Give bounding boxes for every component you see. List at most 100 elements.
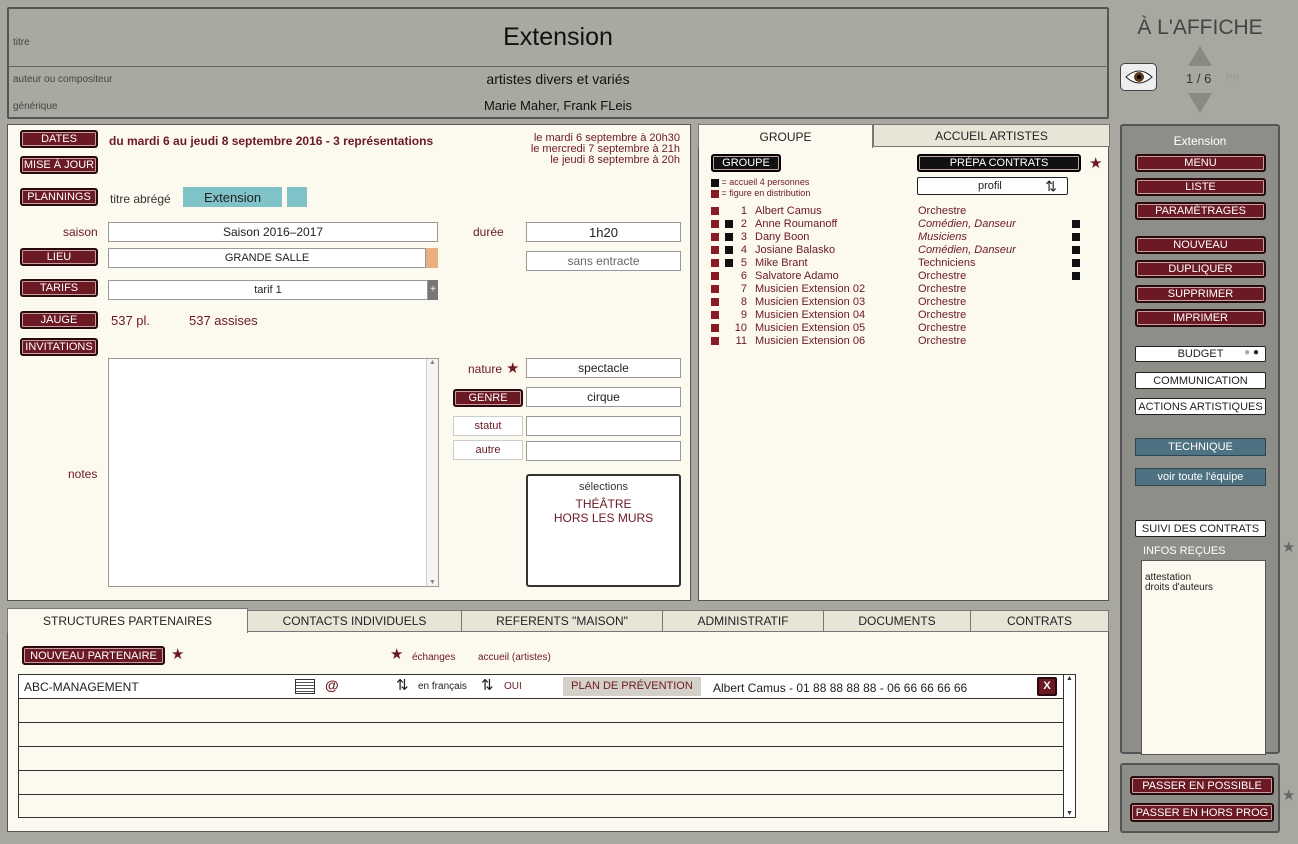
lang-sort-icon[interactable]: ⇅: [396, 676, 409, 694]
member-name[interactable]: Salvatore Adamo: [755, 270, 839, 282]
infos-box[interactable]: attestation droits d'auteurs: [1141, 560, 1266, 755]
lieu-button[interactable]: LIEU: [20, 248, 98, 266]
nouveau-partenaire-button[interactable]: NOUVEAU PARTENAIRE: [22, 646, 165, 665]
member-name[interactable]: Musicien Extension 02: [755, 283, 865, 295]
member-flag-icon[interactable]: [1072, 285, 1080, 293]
autre-field[interactable]: [526, 441, 681, 461]
arrow-down-icon[interactable]: [1188, 93, 1212, 113]
plan-prevention-button[interactable]: PLAN DE PRÉVENTION: [563, 677, 701, 696]
member-flag-icon[interactable]: [1072, 246, 1080, 254]
tarifs-button[interactable]: TARIFS: [20, 279, 98, 297]
member-row[interactable]: 3 Dany Boon Musiciens: [711, 231, 1101, 244]
color-swatch[interactable]: [287, 187, 307, 207]
member-name[interactable]: Albert Camus: [755, 205, 822, 217]
member-name[interactable]: Anne Roumanoff: [755, 218, 837, 230]
member-name[interactable]: Mike Brant: [755, 257, 808, 269]
tab-documents[interactable]: DOCUMENTS: [823, 610, 971, 632]
member-flag-icon[interactable]: [1072, 311, 1080, 319]
imprimer-button[interactable]: IMPRIMER: [1135, 309, 1266, 327]
lieu-field[interactable]: GRANDE SALLE: [108, 248, 426, 268]
member-row[interactable]: 10 Musicien Extension 05 Orchestre: [711, 322, 1101, 335]
member-name[interactable]: Musicien Extension 03: [755, 296, 865, 308]
tab-administratif[interactable]: ADMINISTRATIF: [662, 610, 824, 632]
supprimer-button[interactable]: SUPPRIMER: [1135, 285, 1266, 303]
auteur-value[interactable]: artistes divers et variés: [9, 71, 1107, 87]
actions-artistiques-button[interactable]: ACTIONS ARTISTIQUES: [1135, 398, 1266, 415]
table-row[interactable]: ABC-MANAGEMENT @ ⇅ en français ⇅ OUI PLA…: [19, 675, 1065, 698]
tab-contrats[interactable]: CONTRATS: [970, 610, 1109, 632]
tab-accueil-artistes[interactable]: ACCUEIL ARTISTES: [873, 124, 1110, 147]
duree-field[interactable]: 1h20: [526, 222, 681, 242]
technique-button[interactable]: TECHNIQUE: [1135, 438, 1266, 456]
tab-structures[interactable]: STRUCTURES PARTENAIRES: [7, 608, 248, 633]
tarif-select[interactable]: tarif 1: [108, 280, 428, 300]
member-row[interactable]: 5 Mike Brant Techniciens: [711, 257, 1101, 270]
member-flag-icon[interactable]: [1072, 298, 1080, 306]
member-row[interactable]: 8 Musicien Extension 03 Orchestre: [711, 296, 1101, 309]
partner-name[interactable]: ABC-MANAGEMENT: [24, 680, 139, 694]
close-icon[interactable]: X: [1037, 677, 1057, 696]
tab-groupe[interactable]: GROUPE: [698, 124, 873, 148]
lieu-swatch[interactable]: [426, 248, 438, 268]
dates-button[interactable]: DATES: [20, 130, 98, 148]
menu-button[interactable]: MENU: [1135, 154, 1266, 172]
profil-sort[interactable]: profil ⇅: [917, 177, 1068, 195]
member-flag-icon[interactable]: [1072, 324, 1080, 332]
member-row[interactable]: 4 Josiane Balasko Comédien, Danseur: [711, 244, 1101, 257]
member-row[interactable]: 1 Albert Camus Orchestre: [711, 205, 1101, 218]
voir-equipe-button[interactable]: voir toute l'équipe: [1135, 468, 1266, 486]
selections-box[interactable]: sélections THÉÂTRE HORS LES MURS: [526, 474, 681, 587]
generique-value[interactable]: Marie Maher, Frank FLeis: [9, 98, 1107, 113]
notes-scrollbar[interactable]: ▲ ▼: [426, 359, 438, 586]
member-row[interactable]: 2 Anne Roumanoff Comédien, Danseur: [711, 218, 1101, 231]
communication-button[interactable]: COMMUNICATION: [1135, 372, 1266, 389]
member-row[interactable]: 7 Musicien Extension 02 Orchestre: [711, 283, 1101, 296]
mise-a-jour-button[interactable]: MISE À JOUR: [20, 156, 98, 174]
member-name[interactable]: Dany Boon: [755, 231, 809, 243]
statut-field[interactable]: [526, 416, 681, 436]
table-scrollbar[interactable]: ▲ ▼: [1063, 675, 1075, 817]
tarif-add-icon[interactable]: +: [428, 280, 438, 300]
oui-sort-icon[interactable]: ⇅: [481, 676, 494, 694]
groupe-button[interactable]: GROUPE: [711, 154, 781, 172]
prepa-contrats-button[interactable]: PRÉPA CONTRATS: [917, 154, 1081, 172]
nature-field[interactable]: spectacle: [526, 358, 681, 378]
suivi-contrats-button[interactable]: SUIVI DES CONTRATS: [1135, 520, 1266, 537]
tab-contacts[interactable]: CONTACTS INDIVIDUELS: [247, 610, 462, 632]
member-row[interactable]: 9 Musicien Extension 04 Orchestre: [711, 309, 1101, 322]
eye-icon[interactable]: [1120, 63, 1157, 91]
member-name[interactable]: Musicien Extension 06: [755, 335, 865, 347]
document-icon[interactable]: [295, 679, 315, 694]
member-flag-icon[interactable]: [1072, 272, 1080, 280]
plannings-button[interactable]: PLANNINGS: [20, 188, 98, 206]
member-name[interactable]: Musicien Extension 04: [755, 309, 865, 321]
member-row[interactable]: 6 Salvatore Adamo Orchestre: [711, 270, 1101, 283]
member-flag-icon[interactable]: [1072, 259, 1080, 267]
saison-field[interactable]: Saison 2016–2017: [108, 222, 438, 242]
member-name[interactable]: Josiane Balasko: [755, 244, 835, 256]
member-flag-icon[interactable]: [1072, 207, 1080, 215]
invitations-button[interactable]: INVITATIONS: [20, 338, 98, 356]
member-name[interactable]: Musicien Extension 05: [755, 322, 865, 334]
member-row[interactable]: 11 Musicien Extension 06 Orchestre: [711, 335, 1101, 348]
arrow-up-icon[interactable]: [1188, 46, 1212, 66]
notes-textarea[interactable]: ▲ ▼: [108, 358, 439, 587]
entracte-field[interactable]: sans entracte: [526, 251, 681, 271]
nouveau-button[interactable]: NOUVEAU: [1135, 236, 1266, 254]
genre-field[interactable]: cirque: [526, 387, 681, 407]
member-flag-icon[interactable]: [1072, 337, 1080, 345]
jauge-button[interactable]: JAUGE: [20, 311, 98, 329]
budget-button[interactable]: BUDGET ● ●: [1135, 346, 1266, 362]
dupliquer-button[interactable]: DUPLIQUER: [1135, 260, 1266, 278]
liste-button[interactable]: LISTE: [1135, 178, 1266, 196]
titre-value[interactable]: Extension: [9, 23, 1107, 52]
passer-possible-button[interactable]: PASSER EN POSSIBLE: [1130, 776, 1274, 795]
email-icon[interactable]: @: [325, 677, 339, 693]
genre-button[interactable]: GENRE: [453, 389, 523, 407]
member-flag-icon[interactable]: [1072, 233, 1080, 241]
member-flag-icon[interactable]: [1072, 220, 1080, 228]
tab-referents[interactable]: REFERENTS "MAISON": [461, 610, 663, 632]
passer-hors-prog-button[interactable]: PASSER EN HORS PROG: [1130, 803, 1274, 822]
parametrages-button[interactable]: PARAMÈTRAGES: [1135, 202, 1266, 220]
titre-abrege-field[interactable]: Extension: [183, 187, 282, 207]
